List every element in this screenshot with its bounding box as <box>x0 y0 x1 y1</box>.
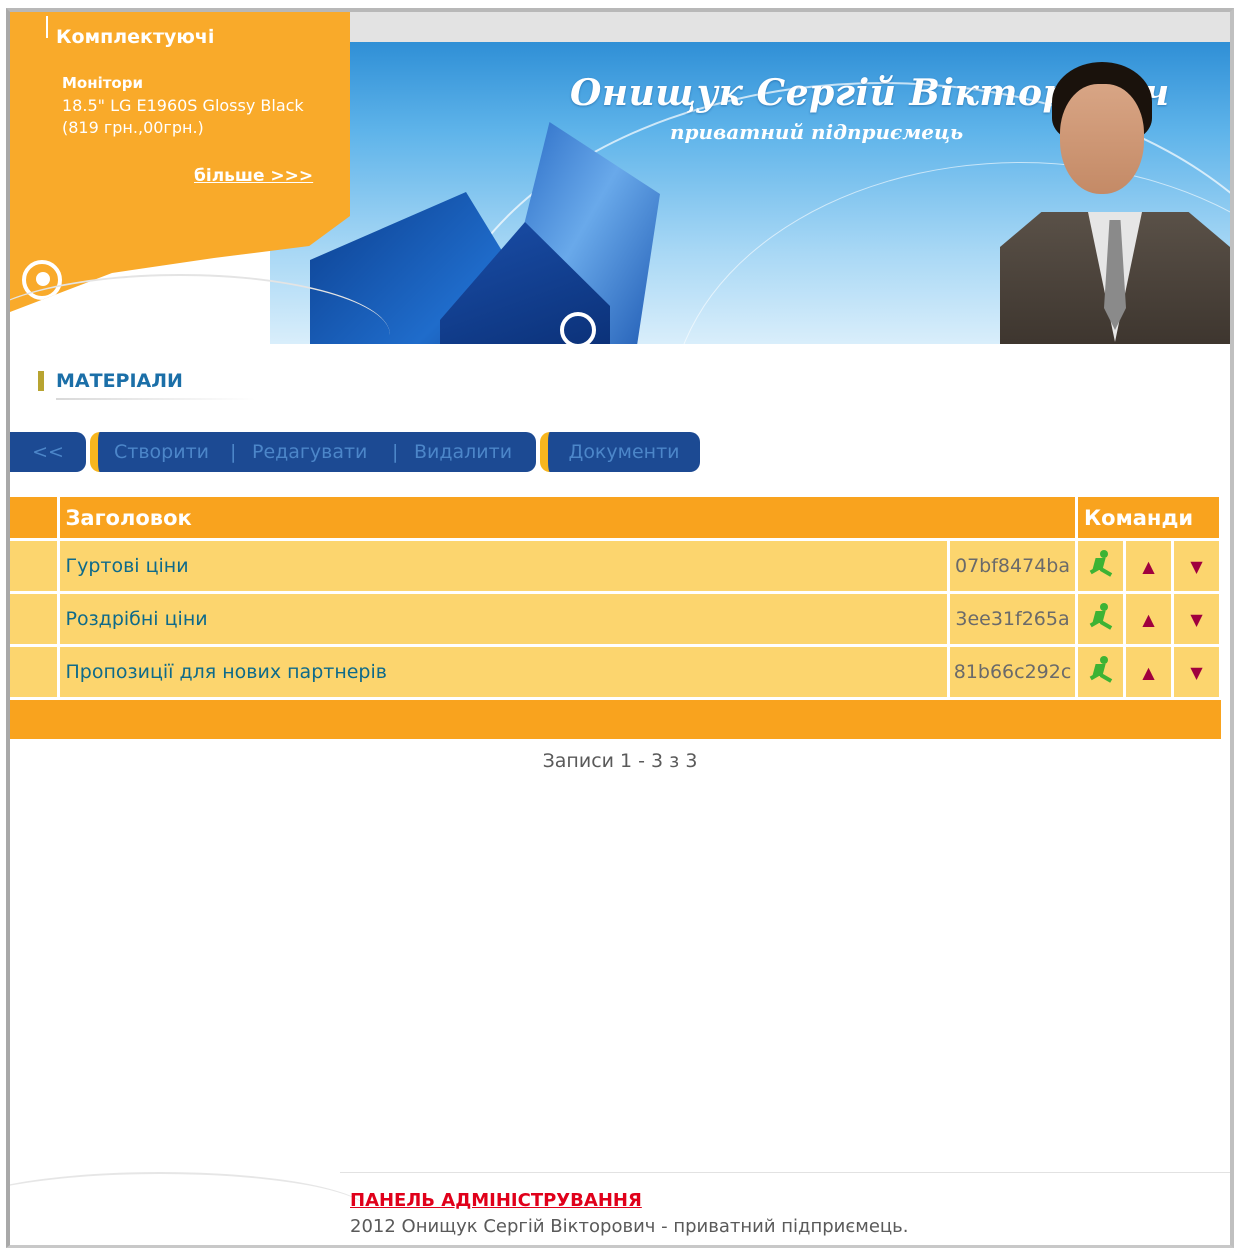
banner-subtitle: приватний підприємець <box>670 120 964 144</box>
table-footer-cell <box>10 697 1221 739</box>
toolbar-separator: | <box>392 441 399 463</box>
move-down-button[interactable]: ▼ <box>1171 538 1222 594</box>
move-down-button[interactable]: ▼ <box>1171 644 1222 700</box>
row-hash: 07bf8474ba <box>947 538 1078 594</box>
publish-button[interactable] <box>1075 591 1126 647</box>
promo-category: Монітори <box>62 74 143 92</box>
site-header: Онищук Сергій Вікторович приватний підпр… <box>10 12 1230 348</box>
header-banner: Онищук Сергій Вікторович приватний підпр… <box>270 42 1230 344</box>
copyright-text: 2012 Онищук Сергій Вікторович - приватни… <box>350 1216 909 1237</box>
row-title-link[interactable]: Гуртові ціни <box>56 538 950 594</box>
decorative-curve <box>10 1172 370 1245</box>
promo-title: Комплектуючі <box>56 26 215 48</box>
table-row: Пропозиції для нових партнерів 81b66c292… <box>10 644 1222 700</box>
row-title-link[interactable]: Пропозиції для нових партнерів <box>56 644 950 700</box>
title-column-header[interactable]: Заголовок <box>56 494 1078 541</box>
arrow-up-icon: ▲ <box>1142 557 1155 576</box>
admin-panel-link[interactable]: ПАНЕЛЬ АДМІНІСТРУВАННЯ <box>350 1190 642 1211</box>
move-up-button[interactable]: ▲ <box>1123 538 1174 594</box>
arrow-down-icon: ▼ <box>1190 610 1203 629</box>
documents-button[interactable]: Документи <box>540 432 700 472</box>
row-selector[interactable] <box>10 644 60 700</box>
arrow-up-icon: ▲ <box>1142 610 1155 629</box>
page-frame: Онищук Сергій Вікторович приватний підпр… <box>6 8 1234 1248</box>
create-button[interactable]: Створити <box>114 432 209 472</box>
section-marker <box>38 371 44 391</box>
records-count: Записи 1 - 3 з 3 <box>542 750 698 772</box>
header-topbar <box>340 12 1230 42</box>
globe-icon <box>560 312 596 344</box>
delete-button[interactable]: Видалити <box>414 432 512 472</box>
back-button[interactable]: << <box>10 432 86 472</box>
table-header: Заголовок Команди <box>10 494 1222 541</box>
row-hash: 3ee31f265a <box>947 591 1078 647</box>
toolbar-separator: | <box>230 441 237 463</box>
action-group: Створити | Редагувати | Видалити <box>90 432 536 472</box>
promo-more-link[interactable]: більше >>> <box>194 166 313 186</box>
table-row: Роздрібні ціни 3ee31f265a ▲ ▼ <box>10 591 1222 647</box>
table-footer <box>10 697 1221 739</box>
row-hash: 81b66c292c <box>947 644 1078 700</box>
businessman-photo <box>1000 62 1230 344</box>
arrow-down-icon: ▼ <box>1190 663 1203 682</box>
move-up-button[interactable]: ▲ <box>1123 644 1174 700</box>
promo-product-price: (819 грн.,00грн.) <box>62 118 204 137</box>
publish-button[interactable] <box>1075 538 1126 594</box>
materials-table: Заголовок Команди Гуртові ціни 07bf8474b… <box>10 494 1222 739</box>
section-title: МАТЕРІАЛИ <box>56 370 183 392</box>
running-man-icon <box>1088 655 1114 684</box>
promo-product-name: 18.5" LG E1960S Glossy Black <box>62 96 304 115</box>
row-title-link[interactable]: Роздрібні ціни <box>56 591 950 647</box>
arrow-down-icon: ▼ <box>1190 557 1203 576</box>
select-column-header <box>10 494 60 541</box>
commands-column-header: Команди <box>1075 494 1222 541</box>
section-underline <box>56 398 256 400</box>
move-up-button[interactable]: ▲ <box>1123 591 1174 647</box>
row-selector[interactable] <box>10 591 60 647</box>
promo-title-marker <box>46 16 48 38</box>
footer-divider <box>340 1172 1230 1173</box>
arrow-up-icon: ▲ <box>1142 663 1155 682</box>
running-man-icon <box>1088 549 1114 578</box>
row-selector[interactable] <box>10 538 60 594</box>
edit-button[interactable]: Редагувати <box>252 432 367 472</box>
publish-button[interactable] <box>1075 644 1126 700</box>
table-row: Гуртові ціни 07bf8474ba ▲ ▼ <box>10 538 1222 594</box>
move-down-button[interactable]: ▼ <box>1171 591 1222 647</box>
running-man-icon <box>1088 602 1114 631</box>
